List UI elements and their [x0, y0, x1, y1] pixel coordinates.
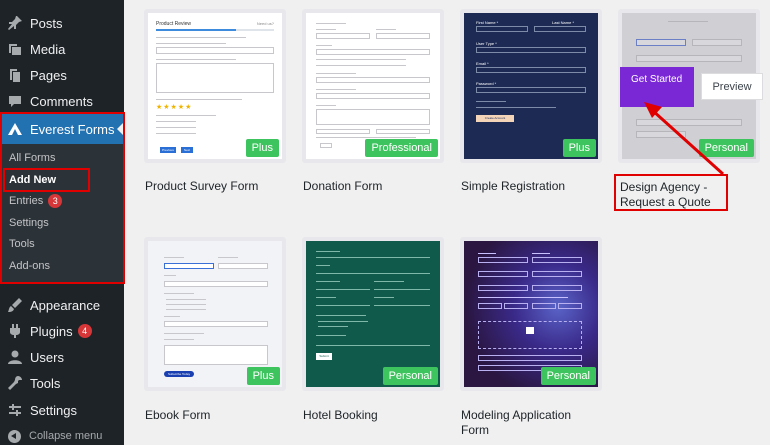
submenu-add-new[interactable]: Add New	[9, 170, 56, 190]
sidebar-item-label: Tools	[30, 375, 61, 391]
sidebar-item-users[interactable]: Users	[0, 344, 124, 370]
pin-icon	[7, 15, 23, 31]
plan-tag: Personal	[382, 367, 438, 385]
plan-tag: Plus	[246, 367, 280, 385]
progress-fill	[156, 29, 236, 31]
submenu-all-forms[interactable]: All Forms	[9, 148, 55, 168]
app-root: Posts Media Pages Comments Everest Forms…	[0, 0, 770, 445]
template-card[interactable]: First Name * Last Name * User Type * Ema…	[460, 9, 602, 163]
thumb-password: Password *	[476, 81, 497, 86]
submenu-label: Entries	[9, 195, 44, 207]
entries-count-badge: 3	[48, 194, 63, 208]
thumb-subscribe: Subscribe Today	[164, 371, 194, 377]
template-title[interactable]: Product Survey Form	[145, 179, 258, 194]
survey-previous-button: Previous	[160, 147, 176, 153]
submenu-entries[interactable]: Entries 3	[9, 191, 63, 211]
sidebar-item-label: Settings	[30, 402, 77, 418]
template-title[interactable]: Ebook Form	[145, 408, 210, 423]
collapse-arrow-icon	[8, 429, 21, 443]
plan-tag: Plus	[562, 139, 596, 157]
sidebar-item-plugins[interactable]: Plugins 4	[0, 318, 124, 344]
sidebar-item-label: Plugins	[30, 323, 73, 339]
template-thumbnail: Product Review Need us? ★★★★★ Previous N…	[148, 13, 282, 159]
sidebar-item-label: Comments	[30, 93, 93, 109]
template-title[interactable]: Donation Form	[303, 179, 382, 194]
template-title[interactable]: Design Agency - Request a Quote	[620, 180, 730, 210]
template-card[interactable]: Product Review Need us? ★★★★★ Previous N…	[144, 9, 286, 163]
sidebar-item-media[interactable]: Media	[0, 36, 124, 62]
thumb-last-name: Last Name *	[552, 20, 575, 25]
current-menu-arrow	[117, 122, 124, 136]
sidebar-item-comments[interactable]: Comments	[0, 88, 124, 114]
template-card[interactable]: Professional	[302, 9, 444, 163]
template-thumbnail: Subscribe Today	[148, 241, 282, 387]
template-thumbnail	[464, 241, 598, 387]
collapse-menu-button[interactable]: Collapse menu	[0, 426, 124, 445]
submenu-add-ons[interactable]: Add-ons	[9, 256, 50, 276]
template-thumbnail: First Name * Last Name * User Type * Ema…	[464, 13, 598, 159]
template-card[interactable]: Personal	[460, 237, 602, 391]
sidebar-item-appearance[interactable]: Appearance	[0, 292, 124, 318]
thumb-first-name: First Name *	[476, 20, 499, 25]
media-icon	[7, 41, 23, 57]
sidebar-item-everest-forms[interactable]: Everest Forms	[0, 114, 124, 144]
submenu-tools[interactable]: Tools	[9, 234, 35, 254]
submenu-settings[interactable]: Settings	[9, 213, 49, 233]
pages-icon	[7, 67, 23, 83]
user-icon	[7, 349, 23, 365]
plan-tag: Personal	[540, 367, 596, 385]
template-title[interactable]: Simple Registration	[461, 179, 565, 194]
plugin-icon	[7, 323, 23, 339]
thumb-user-type: User Type *	[476, 41, 497, 46]
sidebar-item-settings[interactable]: Settings	[0, 397, 124, 423]
template-thumbnail: Submit	[306, 241, 440, 387]
collapse-label: Collapse menu	[29, 430, 103, 442]
brush-icon	[7, 297, 23, 313]
annotation-arrow	[644, 102, 725, 176]
star-rating: ★★★★★	[156, 104, 193, 111]
admin-sidebar: Posts Media Pages Comments Everest Forms…	[0, 0, 124, 445]
sidebar-item-label: Users	[30, 349, 64, 365]
thumb-hotel-submit: Submit	[316, 353, 332, 360]
sidebar-item-tools[interactable]: Tools	[0, 370, 124, 396]
template-title[interactable]: Hotel Booking	[303, 408, 378, 423]
sidebar-item-label: Appearance	[30, 297, 101, 313]
everest-forms-submenu: All Forms Add New Entries 3 Settings Too…	[0, 144, 124, 284]
plugins-count-badge: 4	[77, 324, 92, 338]
sidebar-item-label: Everest Forms	[30, 121, 115, 137]
comment-icon	[7, 93, 23, 109]
plan-tag: Professional	[365, 139, 438, 157]
sidebar-item-label: Pages	[30, 67, 67, 83]
survey-form-title: Product Review	[156, 21, 192, 27]
settings-icon	[7, 402, 23, 418]
template-title[interactable]: Modeling Application Form	[461, 408, 601, 438]
sidebar-item-posts[interactable]: Posts	[0, 10, 124, 36]
survey-help-text: Need us?	[256, 21, 274, 26]
sidebar-item-label: Posts	[30, 15, 63, 31]
thumb-create-account: Create Account	[476, 115, 514, 122]
template-thumbnail	[306, 13, 440, 159]
survey-next-button: Next	[181, 147, 193, 153]
everest-forms-icon	[7, 121, 23, 137]
plan-tag: Plus	[245, 139, 279, 157]
sidebar-item-label: Media	[30, 41, 66, 57]
sidebar-item-pages[interactable]: Pages	[0, 62, 124, 88]
wrench-icon	[7, 375, 23, 391]
template-card[interactable]: Submit Personal	[302, 237, 444, 391]
template-card[interactable]: Subscribe Today Plus	[144, 237, 286, 391]
thumb-email: Email *	[476, 61, 489, 66]
